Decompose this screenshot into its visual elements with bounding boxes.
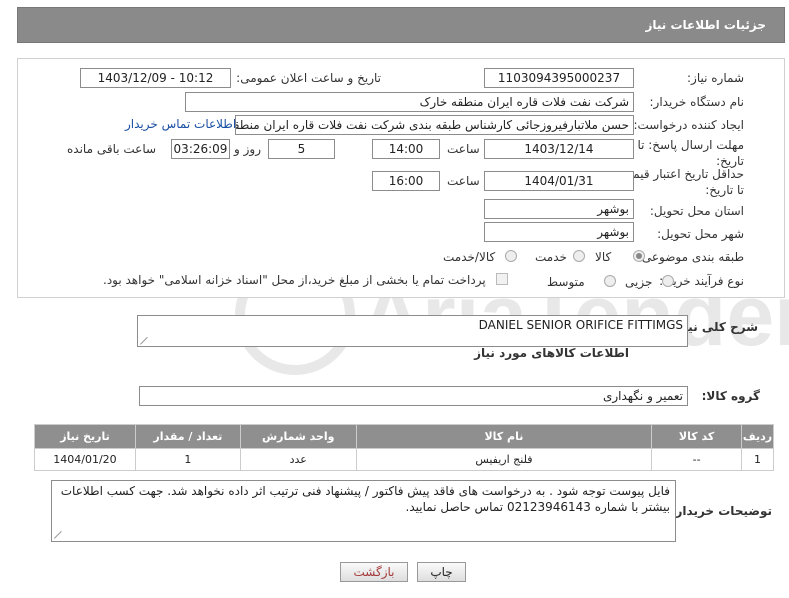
announce-field: 1403/12/09 - 10:12 — [80, 68, 231, 88]
reply-time-field: 14:00 — [372, 139, 440, 159]
cell-unit: عدد — [239, 448, 357, 471]
goods-group-label: گروه کالا: — [701, 389, 760, 403]
category-radio-both[interactable] — [505, 250, 517, 262]
col-unit: واحد شمارش — [239, 424, 357, 449]
table-row: 1 -- فلنج اریفیس عدد 1 1404/01/20 — [34, 448, 774, 471]
cell-row-number: 1 — [741, 448, 774, 471]
cell-need-date: 1404/01/20 — [34, 448, 136, 471]
category-label: طبقه بندی موضوعی: — [637, 250, 744, 264]
validity-hour-label: ساعت — [447, 174, 480, 188]
city-field: بوشهر — [484, 222, 634, 242]
category-radio-service[interactable] — [573, 250, 585, 262]
process-radio-minor[interactable] — [662, 275, 674, 287]
col-quantity: تعداد / مقدار — [134, 424, 241, 449]
category-option-goods: کالا — [595, 250, 612, 264]
goods-group-field: تعمیر و نگهداری — [139, 386, 688, 406]
remaining-time-field: 03:26:09 — [171, 139, 230, 159]
process-radio-medium[interactable] — [604, 275, 616, 287]
print-button[interactable]: چاپ — [417, 562, 466, 582]
province-field: بوشهر — [484, 199, 634, 219]
process-option-medium: متوسط — [547, 275, 585, 289]
validity-date-field: 1404/01/31 — [484, 171, 634, 191]
back-button[interactable]: بازگشت — [340, 562, 408, 582]
category-option-service: خدمت — [535, 250, 567, 264]
col-goods-code: کد کالا — [651, 424, 743, 449]
summary-resize-handle[interactable] — [140, 336, 148, 344]
days-field: 5 — [268, 139, 335, 159]
treasury-payment-checkbox[interactable] — [496, 273, 508, 285]
cell-goods-name: فلنج اریفیس — [355, 448, 653, 471]
buyer-org-field: شرکت نفت فلات قاره ایران منطقه خارک — [185, 92, 634, 112]
need-number-label: شماره نیاز: — [687, 71, 744, 85]
col-need-date: تاریخ نیاز — [34, 424, 136, 449]
summary-field: DANIEL SENIOR ORIFICE FITTIMGS — [137, 315, 688, 347]
creator-field: حسن ملاتبارفیروزجائی کارشناس طبقه بندی ش… — [235, 115, 634, 135]
treasury-payment-note: پرداخت تمام یا بخشی از مبلغ خرید،از محل … — [103, 273, 486, 287]
validity-time-field: 16:00 — [372, 171, 440, 191]
process-option-minor: جزیی — [625, 275, 653, 289]
col-goods-name: نام کالا — [355, 424, 653, 449]
contact-info-link[interactable]: اطلاعات تماس خریدار — [125, 117, 236, 131]
goods-info-title: اطلاعات کالاهای مورد نیاز — [474, 346, 629, 360]
reply-hour-label: ساعت — [447, 142, 480, 156]
days-label: روز و — [234, 142, 261, 156]
category-radio-goods[interactable] — [633, 250, 645, 262]
notes-resize-handle[interactable] — [54, 530, 62, 538]
announce-label: تاریخ و ساعت اعلان عمومی: — [236, 71, 381, 85]
buyer-notes-field: فایل پیوست توجه شود . به درخواست های فاق… — [51, 480, 676, 542]
remaining-label: ساعت باقی مانده — [67, 142, 157, 156]
reply-date-field: 1403/12/14 — [484, 139, 634, 159]
creator-label: ایجاد کننده درخواست: — [633, 118, 744, 132]
buyer-org-label: نام دستگاه خریدار: — [649, 95, 745, 109]
buyer-notes-label: توضیحات خریدار: — [670, 504, 772, 518]
cell-goods-code: -- — [651, 448, 743, 471]
category-option-both: کالا/خدمت — [443, 250, 496, 264]
reply-deadline-label: مهلت ارسال پاسخ: تا تاریخ: — [637, 138, 744, 168]
goods-table: ردیف کد کالا نام کالا واحد شمارش تعداد /… — [34, 424, 774, 471]
col-row-number: ردیف — [741, 424, 774, 449]
need-number-field: 1103094395000237 — [484, 68, 634, 88]
city-label: شهر محل تحویل: — [657, 227, 744, 241]
province-label: استان محل تحویل: — [649, 204, 744, 218]
goods-table-header: ردیف کد کالا نام کالا واحد شمارش تعداد /… — [34, 424, 774, 449]
cell-quantity: 1 — [134, 448, 241, 471]
page-header: جزئیات اطلاعات نیاز — [17, 7, 785, 43]
page-title: جزئیات اطلاعات نیاز — [645, 18, 766, 32]
